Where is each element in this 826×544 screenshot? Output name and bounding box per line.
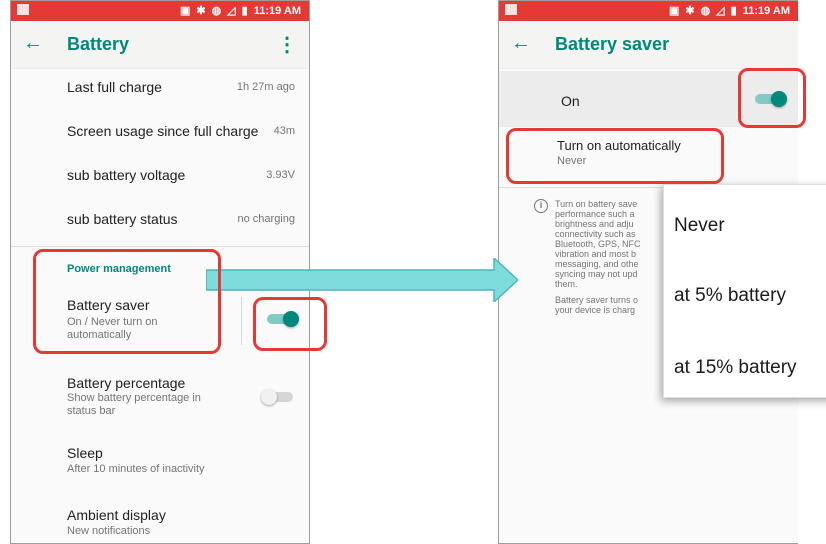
row-label: Battery percentage [67,375,186,391]
row-label: sub battery status [67,211,178,227]
option-5-percent[interactable]: at 5% battery [674,285,786,307]
master-toggle-highlight [738,68,806,128]
row-value: 43m [273,125,295,137]
back-arrow-icon[interactable]: ← [23,32,43,55]
back-arrow-icon[interactable]: ← [511,32,531,55]
auto-row-highlight [506,128,724,184]
nfc-icon: ▣ [179,5,191,17]
row-value: 3.93V [266,169,295,181]
row-summary: Show battery percentage in status bar [67,392,201,417]
row-label: Last full charge [67,79,162,95]
turn-on-automatically-popup: Never at 5% battery at 15% battery [663,184,826,398]
app-bar: ← Battery saver [499,21,798,69]
option-never[interactable]: Never [674,215,725,237]
status-icons: ▣ ✱ ◍ ◿ ▮ 11:19 AM [179,4,301,18]
flow-arrow-icon [206,258,518,302]
status-time: 11:19 AM [742,4,790,17]
battery-saver-toggle-highlight [253,297,327,351]
nfc-icon: ▣ [668,5,680,17]
status-bar: ▣ ✱ ◍ ◿ ▮ 11:19 AM [499,1,798,21]
battery-icon: ▮ [241,5,248,17]
status-icons: ▣ ✱ ◍ ◿ ▮ 11:19 AM [668,4,790,18]
last-full-charge-row[interactable]: Last full charge 1h 27m ago [11,73,309,103]
app-bar: ← Battery ⋮ [11,21,309,69]
master-switch-label: On [561,93,580,109]
bluetooth-icon: ✱ [685,5,695,17]
battery-icon: ▮ [730,5,737,17]
page-title: Battery [67,34,130,54]
section-divider [11,246,309,247]
sub-battery-status-row[interactable]: sub battery status no charging [11,205,309,237]
row-label: Screen usage since full charge [67,123,259,139]
gallery-notification-icon [505,4,517,15]
status-time: 11:19 AM [253,4,301,17]
row-value: no charging [237,213,296,225]
row-label: Ambient display [67,507,166,523]
signal-icon: ◿ [716,5,725,17]
battery-percentage-toggle[interactable] [261,389,295,405]
option-15-percent[interactable]: at 15% battery [674,357,797,379]
battery-saver-description: Turn on battery save performance such a … [555,199,641,289]
page-title: Battery saver [555,34,670,54]
signal-icon: ◿ [227,5,236,17]
row-summary: After 10 minutes of inactivity [67,463,205,475]
sleep-row[interactable]: Sleep After 10 minutes of inactivity [11,439,309,479]
row-summary: New notifications [67,525,151,537]
ambient-display-row[interactable]: Ambient display New notifications [11,501,309,541]
vibrate-icon: ◍ [700,5,711,17]
row-separator [241,297,242,345]
row-label: Sleep [67,445,103,461]
vibrate-icon: ◍ [211,5,222,17]
gallery-notification-icon [17,4,29,15]
battery-saver-charging-note: Battery saver turns o your device is cha… [555,295,639,315]
overflow-menu-icon[interactable]: ⋮ [277,32,297,57]
row-label: sub battery voltage [67,167,186,183]
info-icon: i [534,199,548,213]
battery-saver-highlight [33,249,221,354]
sub-battery-voltage-row[interactable]: sub battery voltage 3.93V [11,161,309,193]
row-value: 1h 27m ago [236,81,295,93]
toggle-thumb [261,389,277,405]
status-bar: ▣ ✱ ◍ ◿ ▮ 11:19 AM [11,1,309,21]
screen-usage-row[interactable]: Screen usage since full charge 43m [11,117,309,149]
bluetooth-icon: ✱ [196,5,206,17]
